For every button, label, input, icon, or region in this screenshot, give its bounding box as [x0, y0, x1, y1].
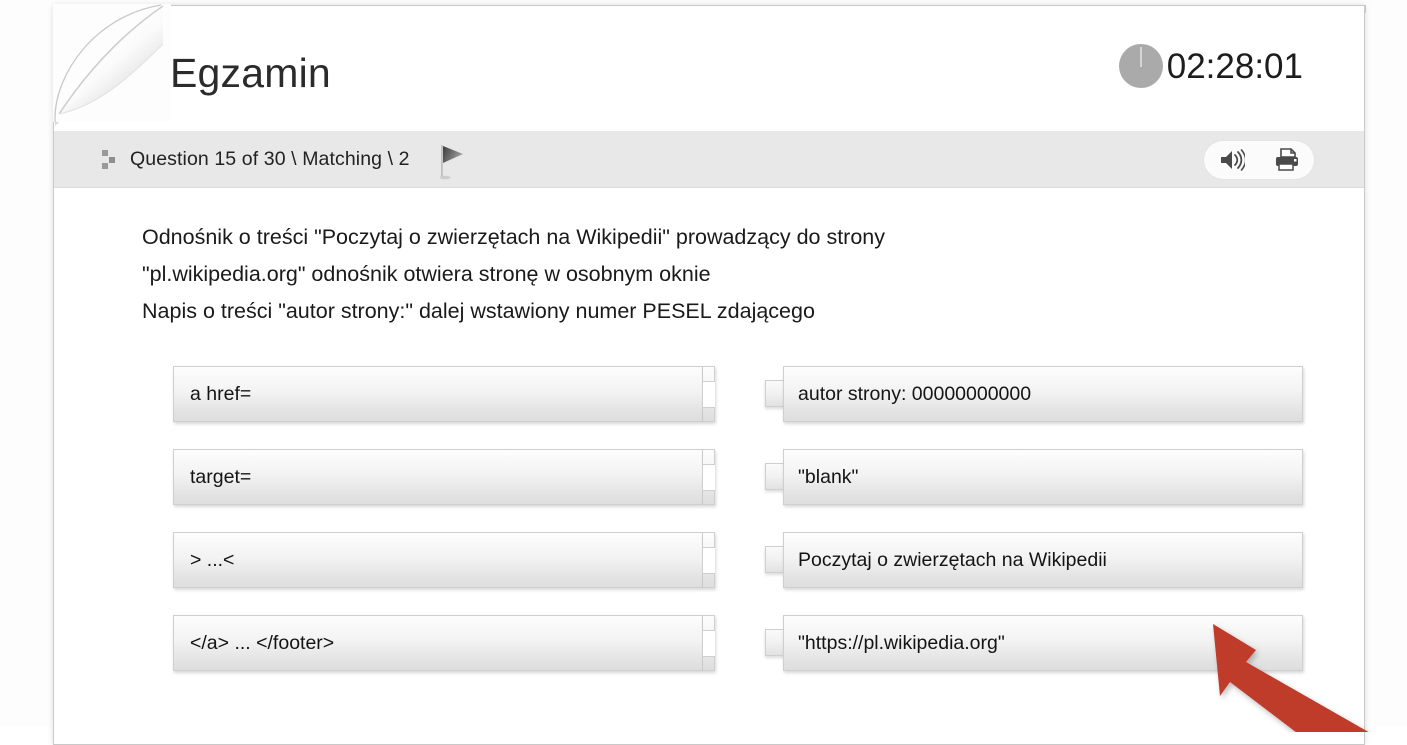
- match-left-label: > ...<: [190, 548, 235, 571]
- match-right-item[interactable]: "https://pl.wikipedia.org": [765, 615, 1303, 671]
- match-left-label: </a> ... </footer>: [190, 631, 335, 654]
- match-left-notch: [702, 532, 715, 588]
- match-left-item[interactable]: > ...<: [173, 532, 715, 588]
- match-right-label: autor strony: 00000000000: [798, 382, 1032, 405]
- matching-left-column: a href= target= > ...< </a> ... </footer…: [173, 366, 715, 698]
- match-right-item[interactable]: Poczytaj o zwierzętach na Wikipedii: [765, 532, 1303, 588]
- match-right-tab: [765, 629, 785, 656]
- exam-page: Egzamin 02:28:01 Question 15 of 30 \ Mat…: [0, 0, 1407, 745]
- match-right-item[interactable]: autor strony: 00000000000: [765, 366, 1303, 422]
- match-right-tab: [765, 380, 785, 407]
- match-left-item[interactable]: </a> ... </footer>: [173, 615, 715, 671]
- match-right-label: "blank": [798, 465, 859, 488]
- match-left-label: target=: [190, 465, 252, 488]
- match-left-notch: [702, 615, 715, 671]
- matching-right-column: autor strony: 00000000000 "blank" Poczyt…: [765, 366, 1303, 698]
- match-left-label: a href=: [190, 382, 252, 405]
- match-left-item[interactable]: a href=: [173, 366, 715, 422]
- match-right-tab: [765, 463, 785, 490]
- match-right-tab: [765, 546, 785, 573]
- match-right-label: Poczytaj o zwierzętach na Wikipedii: [798, 548, 1107, 571]
- match-right-label: "https://pl.wikipedia.org": [798, 631, 1005, 654]
- matching-area: a href= target= > ...< </a> ... </footer…: [0, 0, 1407, 727]
- match-left-notch: [702, 366, 715, 422]
- match-right-item[interactable]: "blank": [765, 449, 1303, 505]
- match-left-item[interactable]: target=: [173, 449, 715, 505]
- match-left-notch: [702, 449, 715, 505]
